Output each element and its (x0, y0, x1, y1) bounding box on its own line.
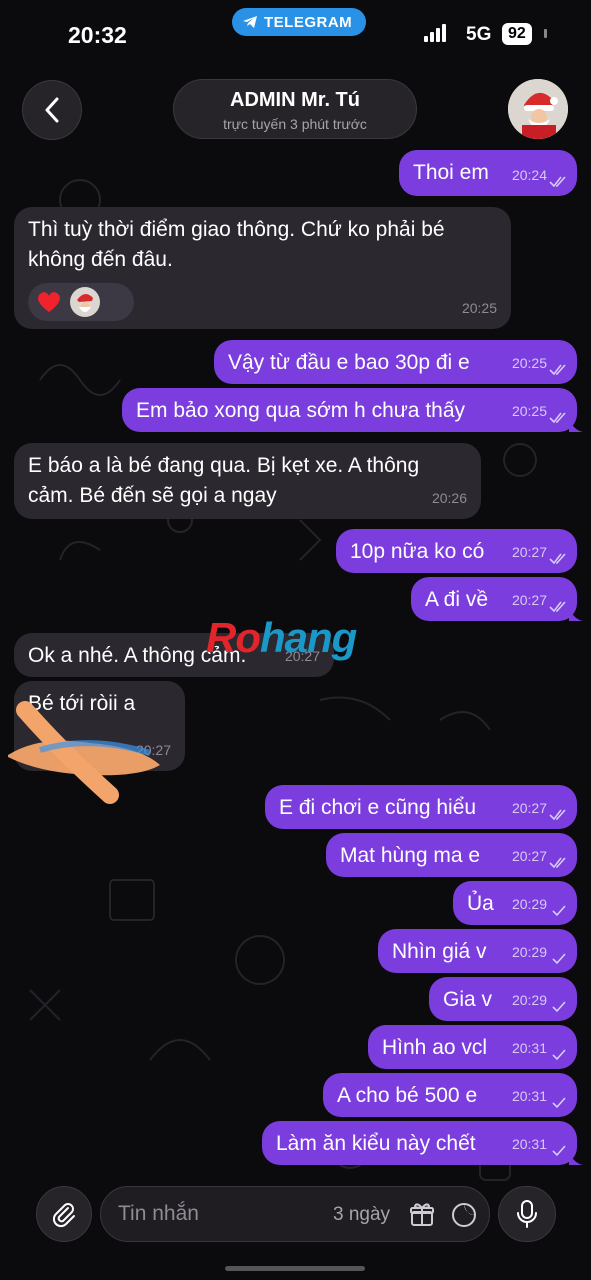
telegram-pill-label: TELEGRAM (264, 13, 353, 31)
double-check-icon (549, 553, 566, 564)
status-bar: 20:32 TELEGRAM 5G 92 (0, 0, 591, 70)
telegram-icon (243, 16, 257, 28)
santa-avatar-icon (70, 287, 100, 317)
mic-icon (517, 1200, 537, 1228)
battery-icon: 92 (502, 23, 532, 45)
avatar[interactable] (508, 79, 568, 139)
attach-button[interactable] (36, 1186, 92, 1242)
double-check-icon (549, 809, 566, 820)
message-incoming[interactable]: E báo a là bé đang qua. Bị kẹt xe. A thô… (14, 443, 481, 519)
double-check-icon (549, 601, 566, 612)
back-button[interactable] (22, 80, 82, 140)
message-placeholder: Tin nhắn (118, 1202, 199, 1225)
signal-icon (424, 24, 446, 42)
message-outgoing[interactable]: Thoi em 20:24 (399, 150, 577, 196)
chat-status: trực tuyến 3 phút trước (223, 116, 367, 132)
composer: Tin nhắn 3 ngày (0, 1180, 591, 1250)
double-check-icon (549, 176, 566, 187)
redaction-scribble (8, 701, 160, 804)
message-incoming[interactable]: Thì tuỳ thời điểm giao thông. Chứ ko phả… (14, 207, 511, 329)
message-outgoing[interactable]: Làm ăn kiểu này chết 20:31 (262, 1121, 583, 1165)
message-outgoing[interactable]: Gia v 20:29 (429, 977, 577, 1021)
santa-avatar-icon (508, 79, 568, 139)
message-outgoing[interactable]: Vậy từ đầu e bao 30p đi e 20:25 (214, 340, 577, 384)
message-outgoing[interactable]: A cho bé 500 e 20:31 (323, 1073, 577, 1117)
network-type: 5G (466, 24, 492, 45)
message-outgoing[interactable]: Em bảo xong qua sớm h chưa thấy 20:25 (122, 388, 583, 432)
reactions[interactable] (28, 283, 134, 321)
message-outgoing[interactable]: A đi về 20:27 (411, 577, 583, 621)
message-input[interactable]: Tin nhắn 3 ngày (100, 1186, 490, 1242)
message-outgoing[interactable]: Ủa 20:29 (453, 881, 577, 925)
check-icon (552, 1145, 566, 1156)
message-outgoing[interactable]: Nhìn giá v 20:29 (378, 929, 577, 973)
message-outgoing[interactable]: Mat hùng ma e 20:27 (326, 833, 577, 877)
message-outgoing[interactable]: 10p nữa ko có 20:27 (336, 529, 577, 573)
check-icon (552, 905, 566, 916)
sticker-icon[interactable] (451, 1202, 477, 1228)
check-icon (552, 953, 566, 964)
double-check-icon (549, 412, 566, 423)
check-icon (552, 1097, 566, 1108)
check-icon (552, 1001, 566, 1012)
voice-record-button[interactable] (498, 1186, 556, 1242)
double-check-icon (549, 364, 566, 375)
chat-title[interactable]: ADMIN Mr. Tú trực tuyến 3 phút trước (173, 79, 417, 139)
watermark: Rohang (206, 614, 357, 661)
timer-label[interactable]: 3 ngày (333, 1204, 390, 1226)
chevron-left-icon (45, 97, 59, 123)
message-outgoing[interactable]: E đi chơi e cũng hiểu 20:27 (265, 785, 577, 829)
telegram-pill[interactable]: TELEGRAM (232, 8, 367, 36)
check-icon (552, 1049, 566, 1060)
chat-name: ADMIN Mr. Tú (230, 89, 360, 111)
clock: 20:32 (68, 22, 127, 48)
home-indicator (225, 1266, 365, 1271)
battery-level: 92 (508, 25, 526, 42)
message-outgoing[interactable]: Hình ao vcl 20:31 (368, 1025, 577, 1069)
gift-icon[interactable] (409, 1202, 435, 1228)
double-check-icon (549, 857, 566, 868)
paperclip-icon (52, 1203, 75, 1228)
heart-icon (38, 292, 60, 312)
